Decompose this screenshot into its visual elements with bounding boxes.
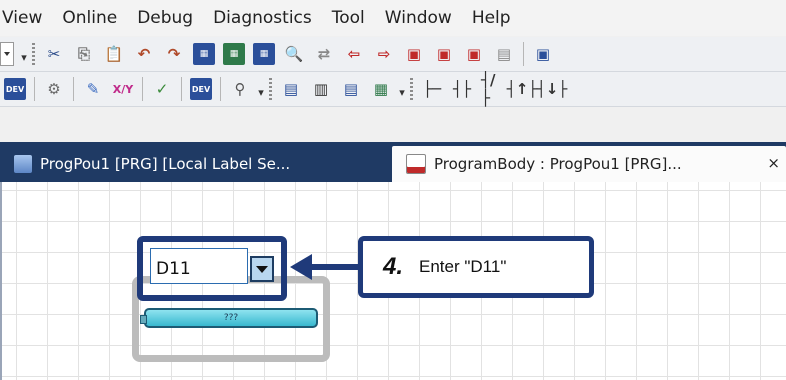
falling-edge-icon[interactable]: ┤↑├ [507, 78, 538, 100]
read-mode-icon[interactable]: ▥ [310, 78, 332, 100]
menu-tool[interactable]: Tool [322, 8, 375, 28]
toolbar-separator [142, 77, 143, 101]
toolbar-grip[interactable] [410, 78, 413, 100]
write-mode-icon[interactable]: ▤ [340, 78, 362, 100]
toolbar-separator [73, 77, 74, 101]
toolbar-separator [181, 77, 182, 101]
instruction-callout: 4. Enter "D11" [358, 236, 594, 298]
device-comment-icon[interactable]: DEV [4, 78, 26, 100]
read-from-plc-icon[interactable]: ⇦ [343, 43, 365, 65]
program-body-icon [406, 154, 426, 174]
device-display-icon[interactable]: DEV [190, 78, 212, 100]
menu-online[interactable]: Online [52, 8, 127, 28]
write-to-plc-icon[interactable]: ⇨ [373, 43, 395, 65]
device-batch-icon[interactable]: ▤ [493, 43, 515, 65]
toolbar-separator [523, 42, 524, 66]
cross-reference-icon[interactable]: X/Y [112, 78, 134, 100]
monitor-icon[interactable]: ▣ [433, 43, 455, 65]
menu-bar: View Online Debug Diagnostics Tool Windo… [0, 0, 786, 36]
toolbar-overflow-icon[interactable]: ▾ [398, 79, 406, 99]
device-list-icon[interactable]: ✓ [151, 78, 173, 100]
menu-view[interactable]: View [0, 8, 52, 28]
redo-icon[interactable]: ↷ [163, 43, 185, 65]
find-icon[interactable]: 🔍 [283, 43, 305, 65]
label-dropdown-button[interactable] [250, 256, 274, 282]
label-input-field[interactable] [150, 248, 248, 284]
fbd-label-block[interactable]: ??? [140, 308, 318, 328]
program-check-icon[interactable]: ✎ [82, 78, 104, 100]
menu-help[interactable]: Help [462, 8, 521, 28]
local-label-icon [14, 155, 32, 173]
convert-icon[interactable]: ▦ [193, 43, 215, 65]
tab-local-label-setting[interactable]: ProgPou1 [PRG] [Local Label Se... [0, 146, 392, 182]
tab-program-body-text: ProgramBody : ProgPou1 [PRG]... [434, 155, 682, 173]
ladder-mode-icon[interactable]: ▤ [280, 78, 302, 100]
undo-icon[interactable]: ↶ [133, 43, 155, 65]
fbd-label-placeholder: ??? [223, 313, 239, 323]
toolbar-program: DEV ⚙ ✎ X/Y ✓ DEV ⚲ ▾ ▤ ▥ ▤ ▦ ▾ ├─ ┤├ ┤/… [0, 71, 786, 107]
monitor-window-icon[interactable]: ▣ [532, 43, 554, 65]
monitor-stop-icon[interactable]: ▣ [463, 43, 485, 65]
contact-nc-icon[interactable]: ┤├ [451, 78, 473, 100]
copy-icon[interactable]: ⎘ [73, 43, 95, 65]
callout-arrow-head [290, 254, 312, 280]
tab-program-body[interactable]: ProgramBody : ProgPou1 [PRG]... × [392, 146, 786, 182]
toolbar-combo-dropdown[interactable] [0, 42, 14, 66]
verify-icon[interactable]: ▣ [403, 43, 425, 65]
label-icon[interactable]: ▦ [370, 78, 392, 100]
toolbar-separator [220, 77, 221, 101]
step-instruction: Enter "D11" [419, 257, 507, 276]
rising-edge-icon[interactable]: ┤/├ [481, 71, 503, 107]
contact-icon[interactable]: ├─ [421, 78, 443, 100]
toolbar-standard: ▾ ✂ ⎘ 📋 ↶ ↷ ▦ ▦ ▦ 🔍 ⇄ ⇦ ⇨ ▣ ▣ ▣ ▤ ▣ [0, 37, 786, 72]
menu-window[interactable]: Window [375, 8, 462, 28]
tab-local-label-text: ProgPou1 [PRG] [Local Label Se... [40, 155, 291, 173]
pulse-contact-icon[interactable]: ┤↓├ [537, 78, 568, 100]
toolbar-overflow-icon[interactable]: ▾ [257, 79, 265, 99]
replace-icon[interactable]: ⇄ [313, 43, 335, 65]
convert-online-icon[interactable]: ▦ [223, 43, 245, 65]
scissors-icon[interactable]: ✂ [43, 43, 65, 65]
convert-all-icon[interactable]: ▦ [253, 43, 275, 65]
zoom-icon[interactable]: ⚲ [229, 78, 251, 100]
menu-debug[interactable]: Debug [127, 8, 203, 28]
close-icon[interactable]: × [767, 154, 780, 172]
toolbar-grip[interactable] [32, 43, 35, 65]
toolbar-separator [34, 77, 35, 101]
parameter-icon[interactable]: ⚙ [43, 78, 65, 100]
toolbar-overflow-icon[interactable]: ▾ [20, 44, 28, 64]
menu-diagnostics[interactable]: Diagnostics [203, 8, 322, 28]
step-number: 4. [383, 253, 404, 280]
paste-icon[interactable]: 📋 [103, 43, 125, 65]
toolbar-grip[interactable] [269, 78, 272, 100]
document-tab-bar: ProgPou1 [PRG] [Local Label Se... Progra… [0, 142, 786, 182]
